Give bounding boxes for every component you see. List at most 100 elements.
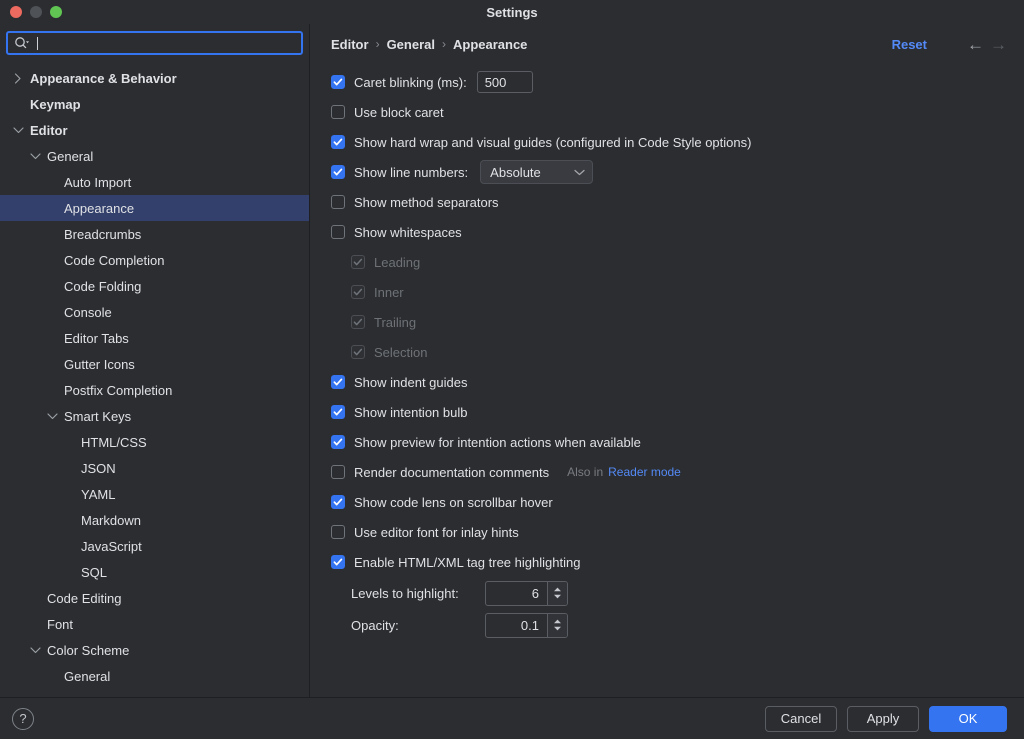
sidebar-item-general[interactable]: General: [0, 663, 309, 689]
show-preview-intention-checkbox[interactable]: [331, 435, 345, 449]
sidebar-item-sql[interactable]: SQL: [0, 559, 309, 585]
sidebar-item-label: JSON: [81, 460, 116, 476]
option-show-intention-bulb: Show intention bulb: [331, 397, 1004, 427]
opacity-value[interactable]: 0.1: [486, 614, 547, 637]
chevron-down-icon[interactable]: [44, 412, 60, 420]
sidebar-item-label: JavaScript: [81, 538, 142, 554]
opacity-label: Opacity:: [351, 617, 399, 633]
settings-tree[interactable]: Appearance & Behavior Keymap Editor General…: [0, 61, 309, 689]
whitespace-inner-checkbox: [351, 285, 365, 299]
help-button[interactable]: ?: [12, 707, 34, 730]
minimize-window-button[interactable]: [30, 6, 42, 18]
sidebar-item-markdown[interactable]: Markdown: [0, 507, 309, 533]
sidebar-item-postfix-completion[interactable]: Postfix Completion: [0, 377, 309, 403]
window-titlebar: Settings: [0, 0, 1024, 24]
sidebar-item-breadcrumbs[interactable]: Breadcrumbs: [0, 221, 309, 247]
sidebar-item-auto-import[interactable]: Auto Import: [0, 169, 309, 195]
show-method-separators-checkbox[interactable]: [331, 195, 345, 209]
use-block-caret-checkbox[interactable]: [331, 105, 345, 119]
spinner-arrows-icon[interactable]: [547, 613, 567, 637]
chevron-down-icon: [574, 169, 585, 176]
breadcrumb-item-editor[interactable]: Editor: [331, 37, 369, 52]
sidebar-item-javascript[interactable]: JavaScript: [0, 533, 309, 559]
option-levels-to-highlight: Levels to highlight: 6: [331, 577, 1004, 609]
caret-blinking-label: Caret blinking (ms):: [354, 74, 467, 90]
breadcrumb-item-general[interactable]: General: [387, 37, 435, 52]
sidebar-item-smart-keys[interactable]: Smart Keys: [0, 403, 309, 429]
search-input[interactable]: [6, 31, 303, 55]
show-indent-guides-checkbox[interactable]: [331, 375, 345, 389]
sidebar-item-editor-tabs[interactable]: Editor Tabs: [0, 325, 309, 351]
cancel-button[interactable]: Cancel: [765, 705, 837, 732]
chevron-down-icon[interactable]: [27, 152, 43, 160]
dialog-content: Appearance & Behavior Keymap Editor General…: [0, 24, 1024, 697]
sidebar-item-json[interactable]: JSON: [0, 455, 309, 481]
sidebar-item-color-scheme[interactable]: Color Scheme: [0, 637, 309, 663]
opacity-spinner[interactable]: 0.1: [485, 612, 568, 638]
sidebar-item-label: General: [64, 668, 111, 684]
sidebar-item-gutter-icons[interactable]: Gutter Icons: [0, 351, 309, 377]
sidebar-item-label: HTML/CSS: [81, 434, 147, 450]
breadcrumb-item-appearance: Appearance: [452, 36, 528, 52]
close-window-button[interactable]: [10, 6, 22, 18]
settings-sidebar: Appearance & Behavior Keymap Editor General…: [0, 24, 310, 697]
caret-blinking-input[interactable]: 500: [476, 71, 533, 93]
show-intention-bulb-checkbox[interactable]: [331, 405, 345, 419]
sidebar-item-label: Markdown: [81, 512, 141, 528]
sidebar-item-yaml[interactable]: YAML: [0, 481, 309, 507]
sidebar-item-font[interactable]: Font: [0, 611, 309, 637]
sidebar-item-label: Code Completion: [64, 252, 165, 268]
whitespace-trailing-label: Trailing: [374, 314, 417, 330]
text-caret: [37, 36, 38, 50]
sidebar-item-label: Color Scheme: [47, 642, 130, 658]
show-whitespaces-checkbox[interactable]: [331, 225, 345, 239]
show-hard-wrap-checkbox[interactable]: [331, 135, 345, 149]
caret-blinking-checkbox[interactable]: [331, 75, 345, 89]
back-navigation-icon[interactable]: ←: [967, 36, 984, 53]
search-icon[interactable]: [14, 36, 30, 50]
reset-button[interactable]: Reset: [892, 37, 927, 52]
levels-to-highlight-value[interactable]: 6: [486, 582, 547, 605]
option-use-block-caret: Use block caret: [331, 97, 1004, 127]
show-code-lens-checkbox[interactable]: [331, 495, 345, 509]
render-doc-comments-checkbox[interactable]: [331, 465, 345, 479]
chevron-down-icon[interactable]: [27, 646, 43, 654]
ok-button[interactable]: OK: [929, 705, 1007, 732]
sidebar-item-console[interactable]: Console: [0, 299, 309, 325]
use-editor-font-inlay-checkbox[interactable]: [331, 525, 345, 539]
chevron-right-icon[interactable]: [10, 72, 26, 84]
sidebar-item-html-css[interactable]: HTML/CSS: [0, 429, 309, 455]
show-line-numbers-checkbox[interactable]: [331, 165, 345, 179]
sidebar-item-label: Gutter Icons: [64, 356, 135, 372]
sidebar-item-appearance-behavior[interactable]: Appearance & Behavior: [0, 65, 309, 91]
option-show-method-separators: Show method separators: [331, 187, 1004, 217]
settings-detail-pane: Editor › General › Appearance Reset ← → …: [310, 24, 1024, 697]
option-show-hard-wrap: Show hard wrap and visual guides (config…: [331, 127, 1004, 157]
sidebar-item-keymap[interactable]: Keymap: [0, 91, 309, 117]
chevron-down-icon[interactable]: [10, 126, 26, 134]
sidebar-item-general[interactable]: General: [0, 143, 309, 169]
line-numbers-selected-value: Absolute: [490, 164, 541, 180]
option-show-code-lens: Show code lens on scrollbar hover: [331, 487, 1004, 517]
sidebar-item-code-editing[interactable]: Code Editing: [0, 585, 309, 611]
apply-button[interactable]: Apply: [847, 705, 919, 732]
option-whitespace-trailing: Trailing: [331, 307, 1004, 337]
levels-to-highlight-spinner[interactable]: 6: [485, 580, 568, 606]
sidebar-item-code-folding[interactable]: Code Folding: [0, 273, 309, 299]
sidebar-item-editor[interactable]: Editor: [0, 117, 309, 143]
whitespace-leading-label: Leading: [374, 254, 421, 270]
sidebar-item-label: Postfix Completion: [64, 382, 173, 398]
show-preview-intention-label: Show preview for intention actions when …: [354, 434, 641, 450]
show-method-separators-label: Show method separators: [354, 194, 499, 210]
sidebar-item-code-completion[interactable]: Code Completion: [0, 247, 309, 273]
spinner-arrows-icon[interactable]: [547, 581, 567, 605]
zoom-window-button[interactable]: [50, 6, 62, 18]
dialog-footer: ? Cancel Apply OK: [0, 697, 1024, 739]
sidebar-item-appearance[interactable]: Appearance: [0, 195, 309, 221]
sidebar-item-label: Console: [64, 304, 112, 320]
reader-mode-link[interactable]: Reader mode: [608, 465, 681, 479]
enable-tag-tree-highlighting-checkbox[interactable]: [331, 555, 345, 569]
option-whitespace-inner: Inner: [331, 277, 1004, 307]
option-opacity: Opacity: 0.1: [331, 609, 1004, 641]
line-numbers-dropdown[interactable]: Absolute: [480, 160, 594, 184]
